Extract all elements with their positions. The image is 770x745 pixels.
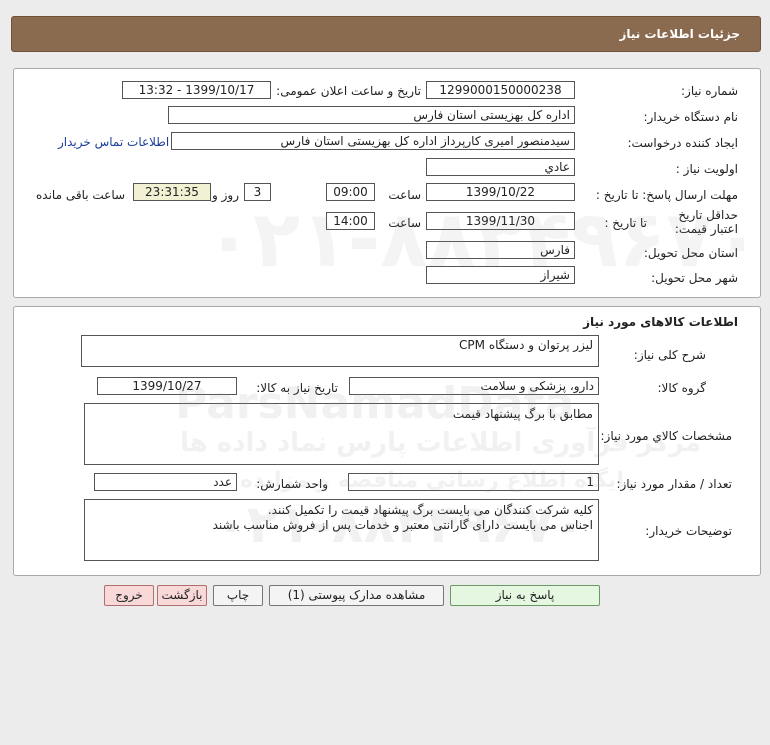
days-label: روز و bbox=[212, 188, 239, 202]
validity-time-field[interactable]: 14:00 bbox=[326, 212, 375, 230]
deadline-label: مهلت ارسال پاسخ: تا تاریخ : bbox=[595, 188, 738, 202]
remaining-label: ساعت باقی مانده bbox=[36, 188, 126, 202]
deadline-time-field[interactable]: 09:00 bbox=[326, 183, 375, 201]
need-number-field[interactable]: 1299000150000238 bbox=[426, 81, 575, 99]
announce-field[interactable]: 1399/10/17 - 13:32 bbox=[122, 81, 271, 99]
requester-label: ایجاد کننده درخواست: bbox=[627, 136, 738, 150]
unit-field[interactable]: عدد bbox=[94, 473, 237, 491]
specs-field[interactable]: مطابق با برگ پیشنهاد قیمت bbox=[84, 403, 599, 465]
buyer-contact-link-text: اطلاعات تماس خریدار bbox=[58, 135, 170, 149]
need-info-panel bbox=[13, 68, 761, 298]
specs-label: مشخصات کالاي مورد نیاز: bbox=[600, 429, 732, 443]
unit-label: واحد شمارش: bbox=[256, 477, 328, 491]
group-field[interactable]: دارو، پزشکی و سلامت bbox=[349, 377, 599, 395]
goods-section-title: اطلاعات کالاهای مورد نیاز bbox=[583, 315, 738, 329]
province-field[interactable]: فارس bbox=[426, 241, 575, 259]
buyer-field[interactable]: اداره کل بهزیستی استان فارس bbox=[168, 106, 575, 124]
desc-field[interactable]: لیزر پرتوان و دستگاه CPM bbox=[81, 335, 599, 367]
attachments-button[interactable]: مشاهده مدارک پیوستی (1) bbox=[269, 585, 444, 606]
page-header: جزئیات اطلاعات نیاز bbox=[11, 16, 761, 52]
priority-label: اولویت نیاز : bbox=[675, 162, 738, 176]
need-number-label: شماره نیاز: bbox=[681, 84, 738, 98]
buyer-label: نام دستگاه خریدار: bbox=[643, 110, 739, 124]
days-remaining-field[interactable]: 3 bbox=[244, 183, 271, 201]
group-label: گروه کالا: bbox=[657, 381, 707, 395]
deadline-time-label: ساعت bbox=[388, 188, 421, 202]
desc-label: شرح کلی نیاز: bbox=[633, 348, 706, 362]
need-date-field[interactable]: 1399/10/27 bbox=[97, 377, 237, 395]
validity-date-field[interactable]: 1399/11/30 bbox=[426, 212, 575, 230]
validity-sub-label: تا تاریخ : bbox=[604, 216, 647, 230]
city-label: شهر محل تحویل: bbox=[651, 271, 738, 285]
deadline-date-field[interactable]: 1399/10/22 bbox=[426, 183, 575, 201]
page-title: جزئیات اطلاعات نیاز bbox=[619, 27, 740, 41]
remaining-time-field: 23:31:35 bbox=[133, 183, 211, 201]
back-button[interactable]: بازگشت bbox=[157, 585, 207, 606]
validity-label: حداقل تاریخ اعتبار قیمت: bbox=[674, 208, 738, 236]
qty-label: تعداد / مقدار مورد نیاز: bbox=[616, 477, 732, 491]
province-label: استان محل تحویل: bbox=[643, 246, 738, 260]
validity-time-label: ساعت bbox=[388, 216, 421, 230]
announce-label: تاریخ و ساعت اعلان عمومی: bbox=[276, 84, 421, 98]
print-button[interactable]: چاپ bbox=[213, 585, 263, 606]
notes-label: توضیحات خریدار: bbox=[645, 524, 732, 538]
reply-button[interactable]: پاسخ به نیاز bbox=[450, 585, 600, 606]
city-field[interactable]: شیراز bbox=[426, 266, 575, 284]
qty-field[interactable]: 1 bbox=[348, 473, 599, 491]
need-date-label: تاریخ نیاز به کالا: bbox=[256, 381, 338, 395]
requester-field[interactable]: سیدمنصور امیری کارپرداز اداره کل بهزیستی… bbox=[171, 132, 575, 150]
buyer-contact-link[interactable]: اطلاعات تماس خریدار bbox=[58, 135, 169, 149]
notes-field[interactable]: کلیه شرکت کنندگان می بایست برگ پیشنهاد ق… bbox=[84, 499, 599, 561]
exit-button[interactable]: خروج bbox=[104, 585, 154, 606]
priority-field[interactable]: عادي bbox=[426, 158, 575, 176]
